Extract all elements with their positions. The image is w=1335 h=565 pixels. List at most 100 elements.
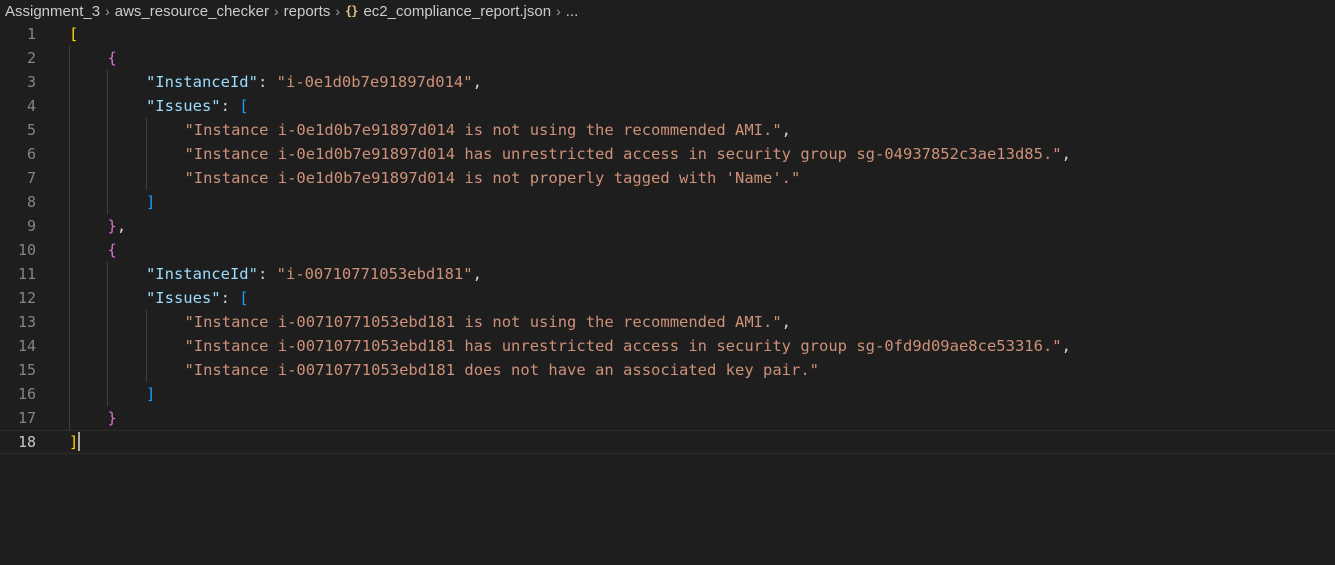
line-number: 13 — [17, 313, 36, 331]
brace-open: { — [107, 49, 117, 67]
line-number: 8 — [26, 193, 36, 211]
indent-guide — [146, 310, 147, 382]
json-key-issues: "Issues" — [145, 289, 221, 307]
json-comma: , — [781, 121, 792, 139]
json-comma: , — [1061, 337, 1071, 355]
brace-open: { — [107, 241, 117, 259]
array-open: [ — [239, 289, 249, 307]
breadcrumb-item-folder[interactable]: aws_resource_checker — [115, 3, 269, 20]
json-value-issue: "Instance i-00710771053ebd181 is not usi… — [184, 313, 782, 331]
code-line[interactable]: 8] — [0, 190, 1335, 214]
code-line[interactable]: 10 { — [0, 238, 1335, 262]
line-number: 2 — [26, 49, 36, 67]
bracket-close: ] — [69, 433, 79, 451]
line-number: 11 — [17, 265, 36, 283]
json-colon: : — [220, 97, 240, 115]
json-value-issue: "Instance i-0e1d0b7e91897d014 is not usi… — [184, 121, 782, 139]
json-value-instance-id: "i-0e1d0b7e91897d014" — [276, 73, 473, 91]
breadcrumb-item-folder[interactable]: Assignment_3 — [5, 3, 100, 20]
code-content: "Issues": [ — [146, 94, 249, 118]
line-number: 15 — [17, 361, 36, 379]
indent-guide — [146, 118, 147, 190]
bracket-open: [ — [69, 25, 79, 43]
json-key-issues: "Issues" — [145, 97, 221, 115]
breadcrumb-item-folder[interactable]: reports — [284, 3, 331, 20]
json-colon: : — [257, 265, 277, 283]
code-content: }, — [107, 214, 126, 238]
chevron-right-icon: › — [335, 3, 341, 19]
code-line[interactable]: 4 "Issues": [ — [0, 94, 1335, 118]
code-line[interactable]: 12 "Issues": [ — [0, 286, 1335, 310]
json-comma: , — [472, 73, 482, 91]
code-line[interactable]: 17} — [0, 406, 1335, 430]
code-content: ] — [146, 382, 155, 406]
code-content: "Issues": [ — [146, 286, 249, 310]
breadcrumb-item-file[interactable]: ec2_compliance_report.json — [363, 3, 551, 20]
code-editor[interactable]: 1[2{3 "InstanceId": "i-0e1d0b7e91897d014"… — [0, 22, 1335, 565]
json-comma: , — [472, 265, 482, 283]
code-content: "Instance i-0e1d0b7e91897d014 has unrest… — [184, 142, 1071, 166]
code-content: "Instance i-0e1d0b7e91897d014 is not pro… — [184, 166, 800, 190]
code-line[interactable]: 11 "InstanceId": "i-00710771053ebd181", — [0, 262, 1335, 286]
text-cursor — [78, 432, 80, 451]
code-line[interactable]: 6 "Instance i-0e1d0b7e91897d014 has unres… — [0, 142, 1335, 166]
code-content: "Instance i-0e1d0b7e91897d014 is not usi… — [184, 118, 791, 142]
json-value-issue: "Instance i-0e1d0b7e91897d014 is not pro… — [184, 169, 801, 187]
code-line[interactable]: 7 "Instance i-0e1d0b7e91897d014 is not pr… — [0, 166, 1335, 190]
code-line[interactable]: 2{ — [0, 46, 1335, 70]
line-number: 17 — [17, 409, 36, 427]
line-number: 16 — [17, 385, 36, 403]
chevron-right-icon: › — [556, 3, 561, 19]
code-content: "InstanceId": "i-00710771053ebd181", — [146, 262, 482, 286]
array-open: [ — [239, 97, 249, 115]
json-colon: : — [257, 73, 277, 91]
indent-guide — [107, 70, 108, 214]
indent-guide — [107, 262, 108, 406]
json-comma: , — [116, 217, 127, 235]
json-value-issue: "Instance i-00710771053ebd181 does not h… — [184, 361, 819, 379]
code-content: "Instance i-00710771053ebd181 has unrest… — [184, 334, 1071, 358]
array-close: ] — [145, 193, 156, 211]
line-number: 9 — [26, 217, 36, 235]
line-number: 4 — [26, 97, 36, 115]
line-number: 3 — [26, 73, 36, 91]
code-line[interactable]: 16] — [0, 382, 1335, 406]
line-number: 12 — [17, 289, 36, 307]
code-line[interactable]: 9}, — [0, 214, 1335, 238]
json-braces-icon: {} — [345, 4, 358, 18]
json-key-instance-id: "InstanceId" — [145, 73, 258, 91]
line-number: 14 — [17, 337, 36, 355]
breadcrumb: Assignment_3 › aws_resource_checker › re… — [0, 0, 1335, 22]
code-line[interactable]: 3 "InstanceId": "i-0e1d0b7e91897d014", — [0, 70, 1335, 94]
chevron-right-icon: › — [273, 3, 279, 19]
line-number: 5 — [26, 121, 36, 139]
code-line[interactable]: 14 "Instance i-00710771053ebd181 has unre… — [0, 334, 1335, 358]
line-number: 1 — [26, 25, 36, 43]
code-content: ] — [69, 431, 78, 453]
json-value-instance-id: "i-00710771053ebd181" — [276, 265, 473, 283]
indent-guide — [69, 46, 70, 430]
code-content: "Instance i-00710771053ebd181 does not h… — [184, 358, 819, 382]
code-line[interactable]: 15 "Instance i-00710771053ebd181 does not… — [0, 358, 1335, 382]
code-content: { — [107, 238, 116, 262]
array-close: ] — [145, 385, 156, 403]
json-colon: : — [220, 289, 240, 307]
code-line[interactable]: 1[ — [0, 22, 1335, 46]
code-line[interactable]: 13 "Instance i-00710771053ebd181 is not u… — [0, 310, 1335, 334]
code-line[interactable]: 18] — [0, 430, 1335, 454]
code-content: } — [107, 406, 116, 430]
json-comma: , — [781, 313, 792, 331]
code-content: ] — [146, 190, 155, 214]
line-number: 10 — [17, 241, 36, 259]
code-content: [ — [69, 22, 78, 46]
brace-close: } — [107, 217, 117, 235]
json-value-issue: "Instance i-0e1d0b7e91897d014 has unrest… — [184, 145, 1062, 163]
code-line[interactable]: 5 "Instance i-0e1d0b7e91897d014 is not us… — [0, 118, 1335, 142]
line-number: 18 — [17, 433, 36, 451]
brace-close: } — [107, 409, 117, 427]
code-content: "Instance i-00710771053ebd181 is not usi… — [184, 310, 791, 334]
json-comma: , — [1061, 145, 1071, 163]
line-number: 7 — [26, 169, 36, 187]
chevron-right-icon: › — [105, 3, 110, 19]
breadcrumb-item-symbols[interactable]: ... — [566, 3, 579, 20]
